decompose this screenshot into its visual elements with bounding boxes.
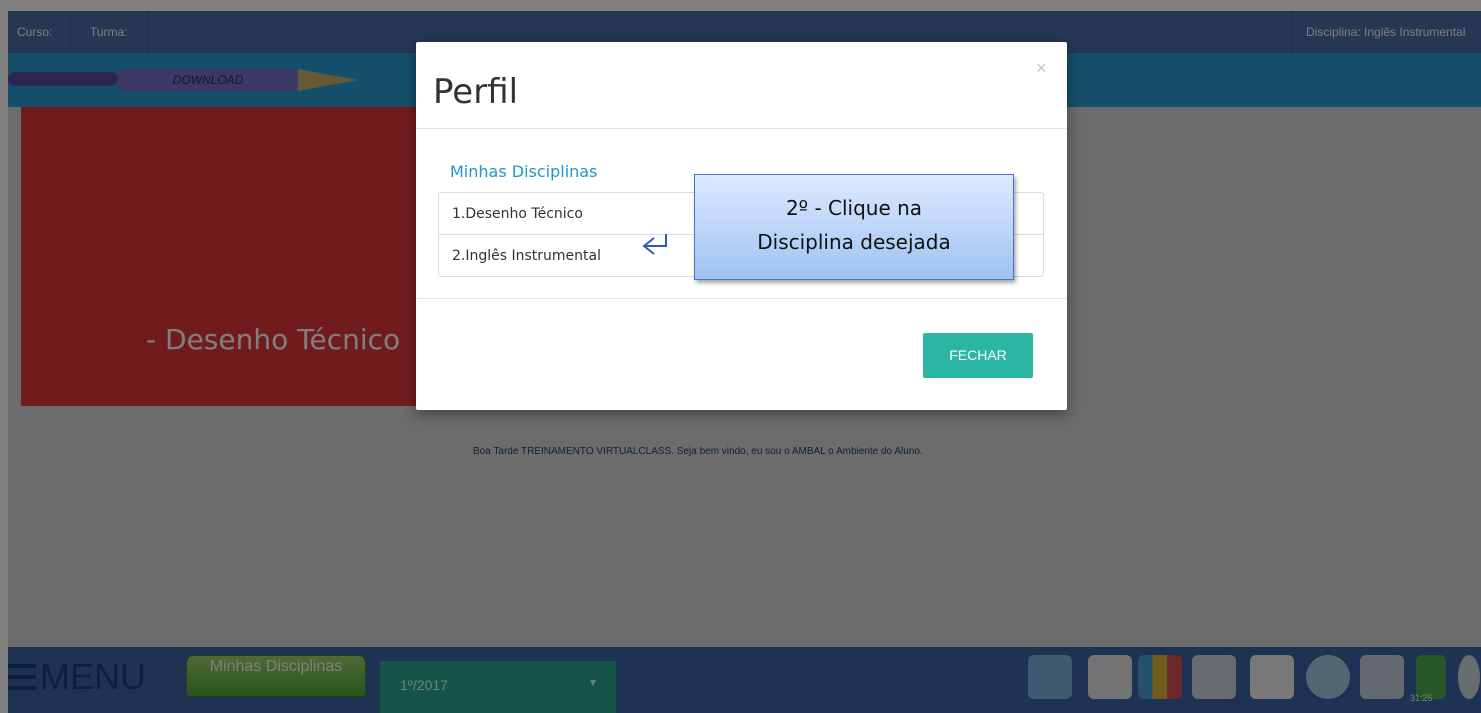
divider <box>416 128 1067 129</box>
fechar-button[interactable]: FECHAR <box>923 333 1033 378</box>
divider <box>416 298 1067 299</box>
arrow-left-icon <box>642 234 667 255</box>
section-title: Minhas Disciplinas <box>450 162 598 181</box>
callout-line-1: 2º - Clique na <box>785 196 923 220</box>
callout-line-2: Disciplina desejada <box>757 230 951 254</box>
modal-title: Perfil <box>433 72 519 112</box>
instruction-callout: 2º - Clique na Disciplina desejada <box>694 174 1014 280</box>
close-icon[interactable]: × <box>1036 58 1047 79</box>
